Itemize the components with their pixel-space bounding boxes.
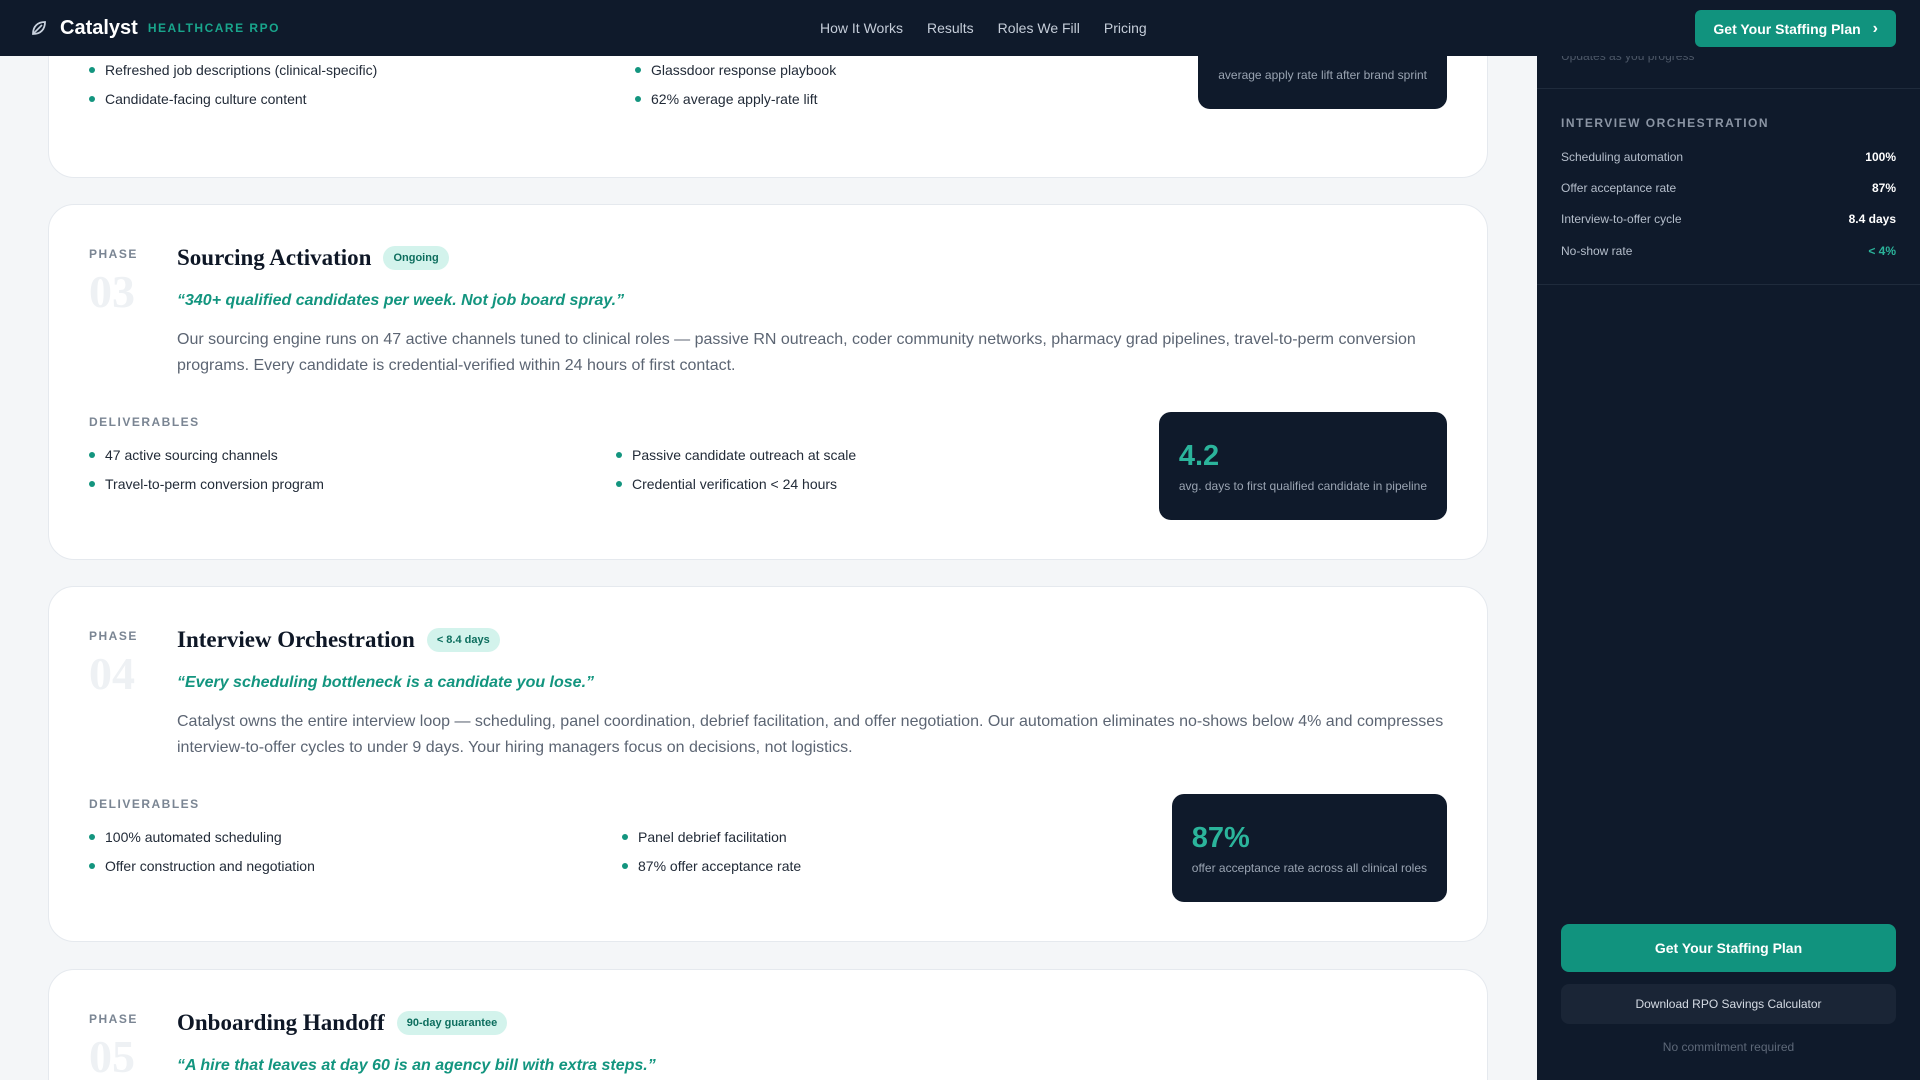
bullet-dot-icon (89, 451, 95, 458)
stat-label: Scheduling automation (1561, 150, 1684, 164)
metric-caption: average apply rate lift after brand spri… (1218, 67, 1427, 82)
phase-description: Our sourcing engine runs on 47 active ch… (177, 331, 1416, 374)
phase-card-03: PHASE 03 Sourcing Activation Ongoing “34… (48, 204, 1488, 560)
phase-number: 05 (89, 1031, 135, 1080)
deliverables-right: Glassdoor response playbook 62% average … (635, 55, 836, 113)
list-item: Refreshed job descriptions (clinical-spe… (89, 55, 377, 84)
phase-description: Catalyst owns the entire interview loop … (177, 713, 1444, 756)
phase-label: PHASE (89, 1012, 138, 1026)
list-item: 100% automated scheduling (89, 822, 315, 851)
sidebar-stat-row: Scheduling automation 100% (1561, 150, 1896, 164)
bullet-dot-icon (635, 66, 641, 73)
brand-tagline: HEALTHCARE RPO (147, 21, 280, 35)
deliverables-left: 47 active sourcing channels Travel-to-pe… (89, 440, 324, 498)
phase-quote: “Every scheduling bottleneck is a candid… (177, 674, 595, 691)
brand[interactable]: Catalyst HEALTHCARE RPO (30, 17, 280, 40)
bullet-dot-icon (89, 480, 95, 487)
metric-caption: offer acceptance rate across all clinica… (1191, 860, 1427, 875)
sidebar-divider (1537, 88, 1920, 89)
list-item: Panel debrief facilitation (622, 822, 801, 851)
leaf-logo-icon (32, 21, 46, 35)
phase-card-04: PHASE 04 Interview Orchestration < 8.4 d… (48, 586, 1488, 942)
list-item: Passive candidate outreach at scale (616, 440, 856, 469)
chevron-right-icon: › (1872, 19, 1878, 37)
bullet-dot-icon (622, 833, 628, 840)
phase-card-05: PHASE 05 Onboarding Handoff 90-day guara… (48, 969, 1488, 1080)
phase-title: Sourcing Activation (177, 245, 372, 270)
metric-value: 87% (1191, 821, 1250, 854)
sidebar-stat-row: No-show rate < 4% (1561, 244, 1896, 258)
deliverables-right: Panel debrief facilitation 87% offer acc… (622, 822, 801, 880)
deliverables-right: Passive candidate outreach at scale Cred… (616, 440, 856, 498)
phase-number: 03 (89, 266, 135, 317)
deliverables-left: 100% automated scheduling Offer construc… (89, 822, 315, 880)
stat-label: Offer acceptance rate (1561, 181, 1677, 195)
nav-link-how-it-works[interactable]: How It Works (820, 20, 903, 36)
list-item: Credential verification < 24 hours (616, 469, 856, 498)
nav-link-roles[interactable]: Roles We Fill (998, 20, 1080, 36)
metric-card: 4.2 avg. days to first qualified candida… (1158, 412, 1447, 520)
nav-link-results[interactable]: Results (927, 20, 974, 36)
download-calculator-button[interactable]: Download RPO Savings Calculator (1561, 984, 1896, 1024)
nav-links: How It Works Results Roles We Fill Prici… (820, 0, 1147, 56)
bullet-dot-icon (89, 862, 95, 869)
sidebar-stat-row: Offer acceptance rate 87% (1561, 181, 1896, 195)
deliverables-label: DELIVERABLES (89, 415, 200, 429)
nav-cta-label: Get Your Staffing Plan (1713, 20, 1861, 37)
status-badge: 90-day guarantee (396, 1011, 508, 1035)
metric-value: 4.2 (1178, 439, 1220, 472)
nav-staffing-plan-button[interactable]: Get Your Staffing Plan › (1695, 10, 1896, 47)
phase-quote: “A hire that leaves at day 60 is an agen… (177, 1057, 656, 1074)
sidebar-section-heading: INTERVIEW ORCHESTRATION (1561, 116, 1770, 130)
list-item: Offer construction and negotiation (89, 851, 315, 880)
bullet-dot-icon (89, 95, 95, 102)
deliverables-left: Refreshed job descriptions (clinical-spe… (89, 55, 377, 113)
phase-title-row: Onboarding Handoff 90-day guarantee (177, 1010, 508, 1036)
bullet-dot-icon (89, 833, 95, 840)
get-staffing-plan-button[interactable]: Get Your Staffing Plan (1561, 924, 1896, 972)
phase-number: 04 (89, 648, 135, 699)
deliverables-label: DELIVERABLES (89, 797, 200, 811)
status-badge: Ongoing (383, 246, 449, 270)
metric-card: 87% offer acceptance rate across all cli… (1171, 794, 1447, 902)
top-nav: Catalyst HEALTHCARE RPO How It Works Res… (0, 0, 1920, 56)
stat-label: No-show rate (1561, 244, 1633, 258)
sidebar: Updates as you progress INTERVIEW ORCHES… (1537, 0, 1920, 1080)
stat-value: 8.4 days (1848, 212, 1896, 226)
list-item: 62% average apply-rate lift (635, 84, 836, 113)
metric-caption: avg. days to first qualified candidate i… (1178, 478, 1427, 493)
sidebar-stat-row: Interview-to-offer cycle 8.4 days (1561, 212, 1896, 226)
bullet-dot-icon (616, 480, 622, 487)
phase-title: Onboarding Handoff (177, 1010, 385, 1035)
nav-link-pricing[interactable]: Pricing (1104, 20, 1147, 36)
list-item: 47 active sourcing channels (89, 440, 324, 469)
phase-title-row: Interview Orchestration < 8.4 days (177, 627, 500, 653)
status-badge: < 8.4 days (426, 628, 500, 652)
stat-label: Interview-to-offer cycle (1561, 212, 1682, 226)
phase-label: PHASE (89, 629, 138, 643)
phase-title: Interview Orchestration (177, 627, 415, 652)
bullet-dot-icon (616, 451, 622, 458)
main-content: Refreshed job descriptions (clinical-spe… (0, 0, 1537, 1080)
stat-value: < 4% (1868, 244, 1896, 258)
phase-quote: “340+ qualified candidates per week. Not… (177, 292, 625, 309)
sidebar-divider (1537, 284, 1920, 285)
phase-title-row: Sourcing Activation Ongoing (177, 245, 449, 271)
list-item: Glassdoor response playbook (635, 55, 836, 84)
phase-label: PHASE (89, 247, 138, 261)
stat-value: 100% (1865, 150, 1896, 164)
bullet-dot-icon (89, 66, 95, 73)
stat-value: 87% (1871, 181, 1896, 195)
list-item: Travel-to-perm conversion program (89, 469, 324, 498)
list-item: 87% offer acceptance rate (622, 851, 801, 880)
brand-name: Catalyst (60, 16, 138, 39)
bullet-dot-icon (635, 95, 641, 102)
list-item: Candidate-facing culture content (89, 84, 377, 113)
commitment-note: No commitment required (1662, 1040, 1795, 1054)
bullet-dot-icon (622, 862, 628, 869)
